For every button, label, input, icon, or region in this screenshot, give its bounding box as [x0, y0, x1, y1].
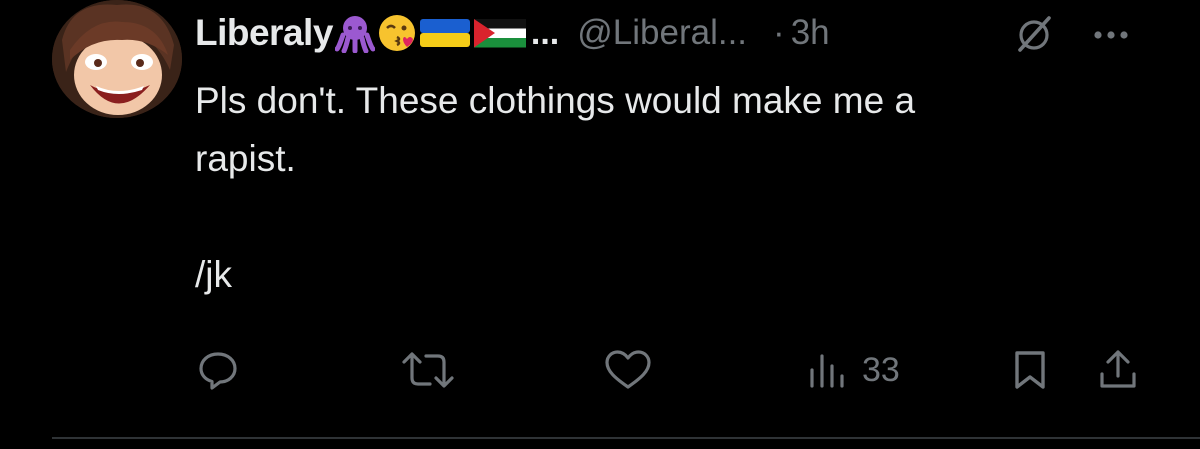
tweet-divider	[52, 437, 1200, 439]
reply-button[interactable]	[196, 340, 240, 400]
more-icon[interactable]	[1080, 14, 1140, 54]
name-ellipsis: ...	[530, 13, 560, 52]
share-button[interactable]	[1096, 340, 1140, 400]
ukraine-flag-emoji	[419, 13, 471, 53]
bookmark-button[interactable]	[1010, 340, 1050, 400]
bookmark-icon	[1010, 348, 1050, 392]
author-name[interactable]: Liberaly	[195, 12, 333, 54]
tweet-header: Liberaly ... @Liberal... · 3h	[195, 8, 830, 58]
like-button[interactable]	[603, 340, 653, 400]
views-button[interactable]: 33	[804, 340, 900, 400]
palestine-flag-emoji	[473, 13, 527, 53]
views-count: 33	[862, 350, 900, 389]
tweet-time[interactable]: 3h	[791, 13, 830, 53]
avatar[interactable]	[52, 0, 182, 118]
tweet-text: Pls don't. These clothings would make me…	[195, 80, 916, 295]
share-icon	[1096, 348, 1140, 392]
reply-icon	[196, 348, 240, 392]
retweet-icon	[400, 348, 456, 392]
views-icon	[804, 348, 852, 392]
octopus-emoji	[334, 13, 376, 54]
retweet-button[interactable]	[400, 340, 456, 400]
grok-icon[interactable]	[1014, 14, 1054, 54]
like-icon	[603, 348, 653, 392]
author-handle[interactable]: @Liberal...	[577, 13, 747, 53]
kissing-face-emoji	[377, 13, 417, 53]
action-bar: 33	[0, 340, 1200, 400]
separator-dot: ·	[773, 13, 785, 52]
